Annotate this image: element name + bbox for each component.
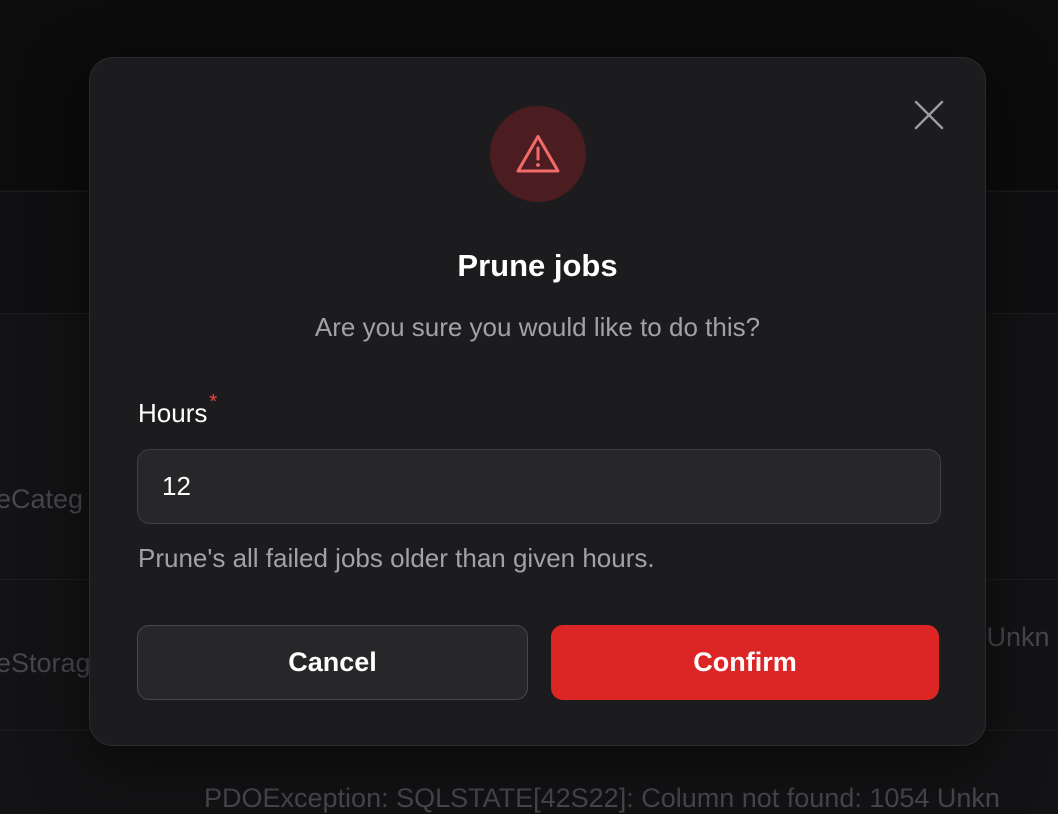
hours-helper-text: Prune's all failed jobs older than given… xyxy=(138,543,655,573)
warning-icon-circle xyxy=(490,106,586,202)
close-button[interactable] xyxy=(909,95,949,135)
alert-triangle-icon xyxy=(516,135,560,173)
prune-jobs-modal: Prune jobs Are you sure you would like t… xyxy=(89,57,986,746)
required-marker: * xyxy=(209,391,218,413)
hours-input[interactable] xyxy=(137,449,941,524)
background-cell-text: PDOException: SQLSTATE[42S22]: Column no… xyxy=(204,783,1000,813)
hours-label-text: Hours xyxy=(138,398,208,428)
modal-title: Prune jobs xyxy=(457,248,618,283)
background-cell-text: eCateg xyxy=(0,484,84,514)
close-icon xyxy=(914,100,944,130)
modal-description: Are you sure you would like to do this? xyxy=(314,312,761,342)
hours-label: Hours * xyxy=(138,391,218,435)
cancel-button[interactable]: Cancel xyxy=(137,625,528,700)
background-cell-text: eStorag xyxy=(0,648,91,678)
confirm-button[interactable]: Confirm xyxy=(551,625,939,700)
